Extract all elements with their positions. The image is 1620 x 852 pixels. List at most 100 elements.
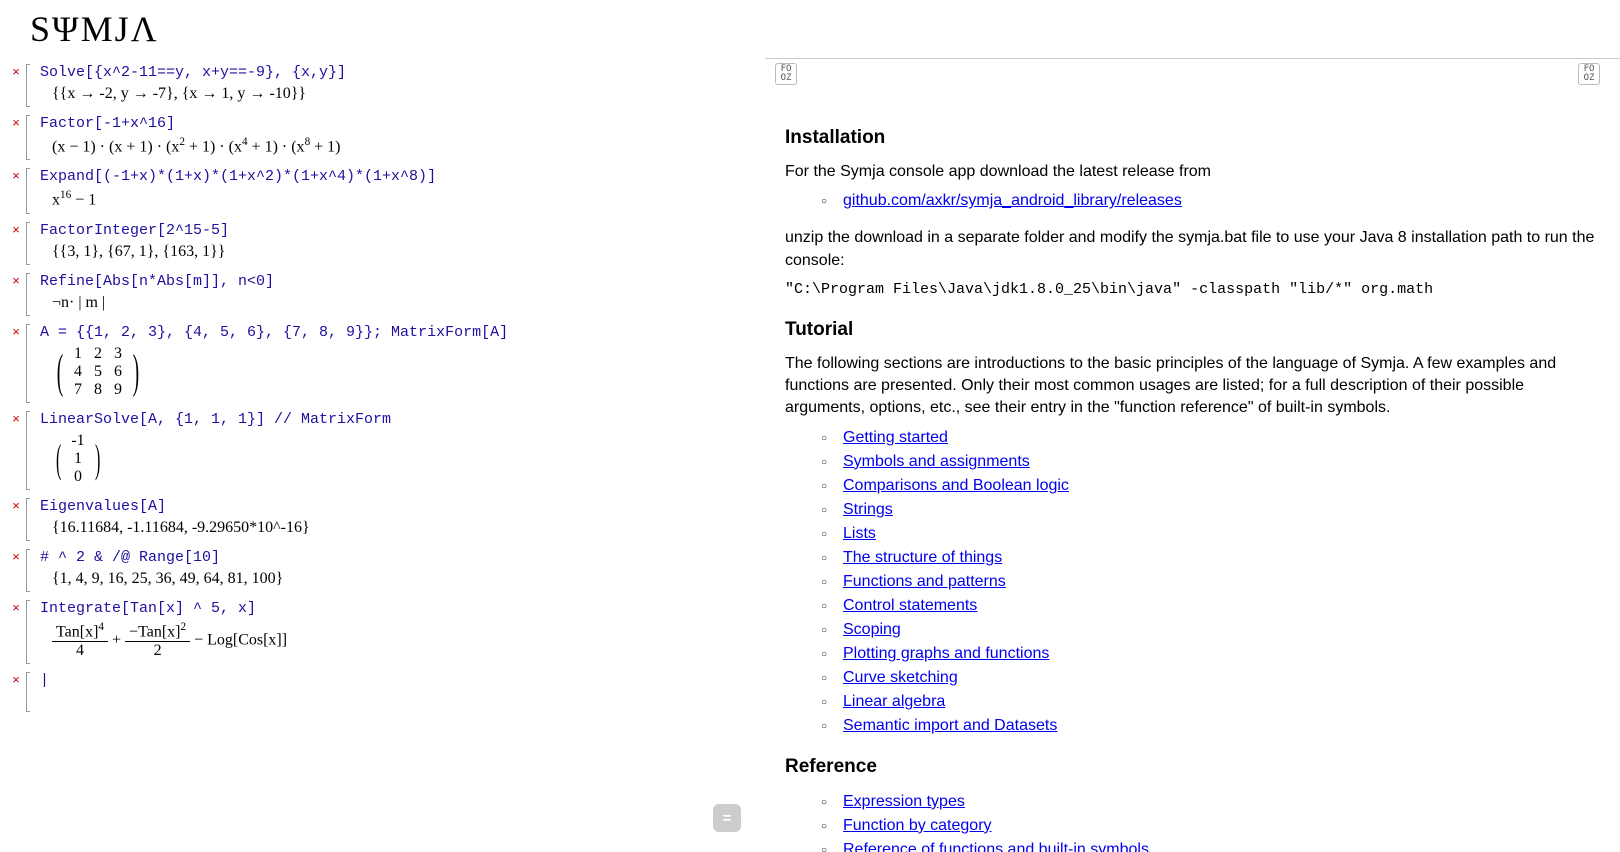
cell-bracket xyxy=(26,411,30,490)
cell: × # ^ 2 & /@ Range[10] {1, 4, 9, 16, 25, 3… xyxy=(0,547,765,594)
tutorial-link[interactable]: Curve sketching xyxy=(843,669,958,686)
cell-input[interactable]: LinearSolve[A, {1, 1, 1}] // MatrixForm xyxy=(40,411,765,428)
cell-output: {1, 4, 9, 16, 25, 36, 49, 64, 81, 100} xyxy=(40,570,765,588)
documentation-pane: FOOZ FOOZ Installation For the Symja con… xyxy=(765,58,1620,852)
cell-bracket xyxy=(26,600,30,664)
tutorial-link[interactable]: The structure of things xyxy=(843,549,1002,566)
cell-output: (x − 1) · (x + 1) · (x2 + 1) · (x4 + 1) … xyxy=(40,136,765,156)
cell-input[interactable]: Factor[-1+x^16] xyxy=(40,115,765,132)
cell-bracket xyxy=(26,549,30,592)
cell-bracket xyxy=(26,168,30,213)
cell-input[interactable]: Solve[{x^2-11==y, x+y==-9}, {x,y}] xyxy=(40,64,765,81)
cell-input[interactable]: Eigenvalues[A] xyxy=(40,498,765,515)
tutorial-link[interactable]: Getting started xyxy=(843,429,948,446)
tutorial-link[interactable]: Lists xyxy=(843,525,876,542)
cell: × Factor[-1+x^16] (x − 1) · (x + 1) · (x2 … xyxy=(0,113,765,162)
tutorial-link[interactable]: Semantic import and Datasets xyxy=(843,717,1057,734)
delete-cell-button[interactable]: × xyxy=(10,547,22,567)
cell-body[interactable]: A = {{1, 2, 3}, {4, 5, 6}, {7, 8, 9}}; M… xyxy=(40,322,765,405)
cell-output: {16.11684, -1.11684, -9.29650*10^-16} xyxy=(40,519,765,537)
cell-body[interactable] xyxy=(40,670,765,699)
cell-output: x16 − 1 xyxy=(40,189,765,209)
text-tutorial: The following sections are introductions… xyxy=(785,353,1600,420)
delete-cell-button[interactable]: × xyxy=(10,409,22,429)
cell-body[interactable]: Expand[(-1+x)*(1+x)*(1+x^2)*(1+x^4)*(1+x… xyxy=(40,166,765,215)
delete-cell-button[interactable]: × xyxy=(10,496,22,516)
cell-bracket xyxy=(26,115,30,160)
cell-output: {{3, 1}, {67, 1}, {163, 1}} xyxy=(40,243,765,261)
delete-cell-button[interactable]: × xyxy=(10,322,22,342)
delete-cell-button[interactable]: × xyxy=(10,670,22,690)
cell: × Solve[{x^2-11==y, x+y==-9}, {x,y}] {{x →… xyxy=(0,62,765,109)
cell: × xyxy=(0,670,765,714)
delete-cell-button[interactable]: × xyxy=(10,113,22,133)
cell-input[interactable]: A = {{1, 2, 3}, {4, 5, 6}, {7, 8, 9}}; M… xyxy=(40,324,765,341)
cell-input[interactable]: # ^ 2 & /@ Range[10] xyxy=(40,549,765,566)
cell-input[interactable]: FactorInteger[2^15-5] xyxy=(40,222,765,239)
tutorial-link[interactable]: Control statements xyxy=(843,597,977,614)
cell-body[interactable]: Solve[{x^2-11==y, x+y==-9}, {x,y}] {{x → … xyxy=(40,62,765,109)
doc-toolbar-button-left[interactable]: FOOZ xyxy=(775,63,797,85)
cell-body[interactable]: Eigenvalues[A] {16.11684, -1.11684, -9.29… xyxy=(40,496,765,543)
cell-input[interactable]: Refine[Abs[n*Abs[m]], n<0] xyxy=(40,273,765,290)
cell-bracket xyxy=(26,672,30,712)
cell-bracket xyxy=(26,324,30,403)
delete-cell-button[interactable]: × xyxy=(10,220,22,240)
cell-body[interactable]: Integrate[Tan[x] ^ 5, x] Tan[x]44 + −Tan[… xyxy=(40,598,765,666)
tutorial-link[interactable]: Strings xyxy=(843,501,893,518)
reference-link-list: Expression types Function by category Refe… xyxy=(827,790,1600,852)
doc-toolbar-button-right[interactable]: FOOZ xyxy=(1578,63,1600,85)
reference-link[interactable]: Expression types xyxy=(843,793,965,810)
header: SΨMJΛ xyxy=(0,0,1620,58)
app-logo: SΨMJΛ xyxy=(30,8,1590,50)
text-install: For the Symja console app download the l… xyxy=(785,161,1600,183)
cell: × Expand[(-1+x)*(1+x)*(1+x^2)*(1+x^4)*(1+… xyxy=(0,166,765,215)
main-split: × Solve[{x^2-11==y, x+y==-9}, {x,y}] {{x →… xyxy=(0,58,1620,852)
tutorial-link[interactable]: Linear algebra xyxy=(843,693,945,710)
link-releases[interactable]: github.com/axkr/symja_android_library/re… xyxy=(843,192,1182,209)
cell: × A = {{1, 2, 3}, {4, 5, 6}, {7, 8, 9}}; … xyxy=(0,322,765,405)
delete-cell-button[interactable]: × xyxy=(10,598,22,618)
code-classpath: "C:\Program Files\Java\jdk1.8.0_25\bin\j… xyxy=(785,281,1433,298)
equals-button[interactable]: = xyxy=(713,804,741,832)
cell: × Eigenvalues[A] {16.11684, -1.11684, -9.2… xyxy=(0,496,765,543)
text-unzip: unzip the download in a separate folder … xyxy=(785,227,1600,272)
cell-body[interactable]: FactorInteger[2^15-5] {{3, 1}, {67, 1}, {… xyxy=(40,220,765,267)
cell-bracket xyxy=(26,273,30,316)
cell-body[interactable]: # ^ 2 & /@ Range[10] {1, 4, 9, 16, 25, 36… xyxy=(40,547,765,594)
cell-bracket xyxy=(26,498,30,541)
delete-cell-button[interactable]: × xyxy=(10,271,22,291)
tutorial-link[interactable]: Comparisons and Boolean logic xyxy=(843,477,1069,494)
tutorial-link[interactable]: Functions and patterns xyxy=(843,573,1006,590)
cell-body[interactable]: Refine[Abs[n*Abs[m]], n<0] ¬n· | m | xyxy=(40,271,765,318)
heading-reference: Reference xyxy=(785,756,1600,778)
delete-cell-button[interactable]: × xyxy=(10,166,22,186)
cell-body[interactable]: LinearSolve[A, {1, 1, 1}] // MatrixForm (… xyxy=(40,409,765,492)
tutorial-link-list: Getting started Symbols and assignments Co… xyxy=(827,426,1600,738)
cell-body[interactable]: Factor[-1+x^16] (x − 1) · (x + 1) · (x2 +… xyxy=(40,113,765,162)
doc-toolbar: FOOZ FOOZ xyxy=(775,63,1600,85)
doc-content: Installation For the Symja console app d… xyxy=(785,59,1600,852)
cell-input[interactable]: Integrate[Tan[x] ^ 5, x] xyxy=(40,600,765,617)
cell-input[interactable]: Expand[(-1+x)*(1+x)*(1+x^2)*(1+x^4)*(1+x… xyxy=(40,168,765,185)
cell: × LinearSolve[A, {1, 1, 1}] // MatrixForm… xyxy=(0,409,765,492)
delete-cell-button[interactable]: × xyxy=(10,62,22,82)
console-pane: × Solve[{x^2-11==y, x+y==-9}, {x,y}] {{x →… xyxy=(0,58,765,852)
cell-input[interactable] xyxy=(40,672,765,689)
cell-bracket xyxy=(26,222,30,265)
tutorial-link[interactable]: Plotting graphs and functions xyxy=(843,645,1049,662)
cell-output: ¬n· | m | xyxy=(40,294,765,312)
reference-link[interactable]: Reference of functions and built-in symb… xyxy=(843,841,1149,852)
cell-output: (-110) xyxy=(40,432,765,486)
reference-link[interactable]: Function by category xyxy=(843,817,992,834)
cell-bracket xyxy=(26,64,30,107)
cell: × Refine[Abs[n*Abs[m]], n<0] ¬n· | m | xyxy=(0,271,765,318)
tutorial-link[interactable]: Symbols and assignments xyxy=(843,453,1030,470)
tutorial-link[interactable]: Scoping xyxy=(843,621,901,638)
cell-output: {{x → -2, y → -7}, {x → 1, y → -10}} xyxy=(40,85,765,103)
cell: × Integrate[Tan[x] ^ 5, x] Tan[x]44 + −Tan… xyxy=(0,598,765,666)
heading-tutorial: Tutorial xyxy=(785,319,1600,341)
heading-installation: Installation xyxy=(785,127,1600,149)
cell-output: (123456789) xyxy=(40,345,765,399)
cell-output: Tan[x]44 + −Tan[x]22 − Log[Cos[x]] xyxy=(40,621,765,660)
